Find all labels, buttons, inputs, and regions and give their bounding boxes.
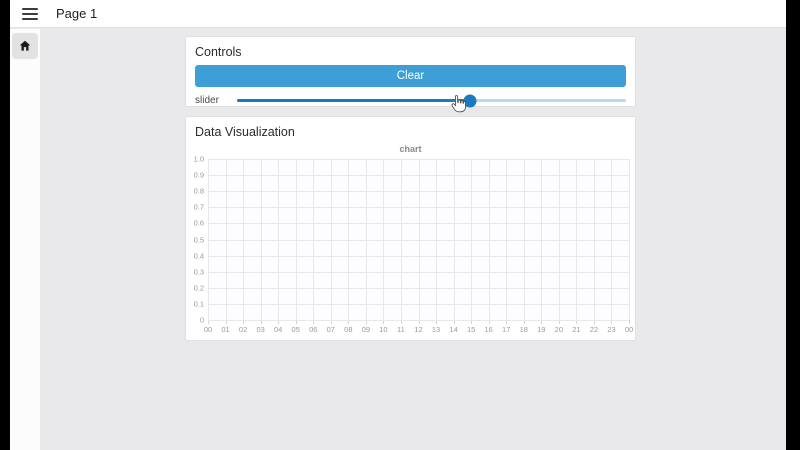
slider-track[interactable] [237,94,626,107]
y-tick-label: 0.7 [193,202,204,212]
x-tick-label: 14 [449,325,458,334]
y-tick-label: 0.9 [193,170,204,180]
content-area: Controls Clear slider Data Visualization [10,29,786,450]
app-header: Page 1 [10,0,786,28]
gridline-vertical [629,159,630,320]
y-tick-label: 0.3 [193,267,204,277]
x-tick-label: 17 [502,325,511,334]
gridline-horizontal [208,159,629,160]
controls-card-title: Controls [195,45,242,59]
gridline-horizontal [208,239,629,241]
gridline-horizontal [208,255,629,257]
y-tick-label: 0.6 [193,218,204,228]
visualization-card: Data Visualization chart 1.0 0.9 0.8 0.7 0.6… [185,116,636,341]
home-button[interactable] [12,33,38,59]
x-tick-label: 03 [256,325,265,334]
gridline-horizontal [208,191,629,193]
gridline-horizontal [208,175,629,177]
slider-fill [237,99,471,102]
y-axis-labels: 1.0 0.9 0.8 0.7 0.6 0.5 0.4 0.3 0.2 0.1 0 [186,155,206,325]
x-tick-label: 12 [414,325,423,334]
x-tick-mark [629,320,630,324]
y-tick-label: 0.4 [193,251,204,261]
gridline-horizontal [208,287,629,289]
gridline-horizontal [208,223,629,225]
y-tick-label: 0.5 [193,235,204,244]
x-tick-label: 19 [537,325,546,334]
x-tick-label: 11 [397,325,405,334]
app-window: Page 1 Controls Clear slider Data Visual… [10,0,786,450]
x-tick-label: 08 [344,325,353,334]
x-tick-label: 13 [431,325,441,334]
x-tick-label: 00 [203,325,213,334]
chart-title: chart [399,144,422,154]
page-title: Page 1 [56,6,98,21]
x-tick-label: 23 [607,325,616,334]
menu-icon[interactable] [22,7,38,20]
x-tick-label: 02 [238,325,248,334]
x-tick-label: 00 [624,325,634,334]
main-area: Controls Clear slider Data Visualization [40,29,786,450]
plot-area [208,159,630,324]
x-axis-labels: 00 01 02 03 04 05 06 07 08 09 10 11 12 13 14 15 16 17 18 19… [204,325,633,337]
gridline-horizontal [208,320,629,321]
gridline-horizontal [208,271,629,273]
slider-row: slider [195,94,626,107]
controls-card: Controls Clear slider [185,36,636,107]
x-tick-label: 07 [326,325,335,334]
y-tick-label: 1.0 [193,154,204,164]
sidebar [10,29,40,450]
home-icon [19,40,31,51]
visualization-card-title: Data Visualization [195,125,295,139]
clear-button[interactable]: Clear [195,65,626,87]
x-tick-label: 21 [572,325,581,334]
x-tick-label: 09 [361,325,371,334]
x-tick-label: 01 [221,325,230,334]
x-tick-label: 06 [309,325,318,334]
x-tick-label: 22 [589,325,599,334]
x-tick-label: 04 [273,325,283,334]
x-tick-label: 18 [519,325,528,334]
y-tick-label: 0.2 [193,283,204,293]
x-tick-label: 10 [379,325,388,334]
y-tick-label: 0.1 [193,299,204,309]
y-tick-label: 0 [199,315,204,325]
gridline-horizontal [208,207,629,209]
slider-label: slider [195,95,219,106]
y-tick-label: 0.8 [193,186,204,196]
screen: Page 1 Controls Clear slider Data Visual… [0,0,800,450]
x-tick-label: 20 [554,325,563,334]
x-tick-label: 05 [291,325,300,334]
slider-thumb[interactable] [463,94,477,107]
gridline-horizontal [208,303,629,305]
x-tick-label: 15 [466,325,476,334]
x-tick-label: 16 [484,325,493,334]
